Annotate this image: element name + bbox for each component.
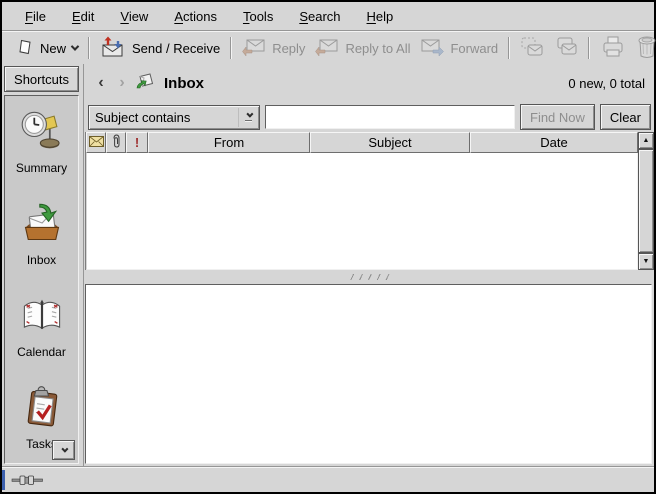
sidebar-item-label: Summary bbox=[16, 161, 67, 175]
forward-icon bbox=[420, 37, 444, 60]
menu-file[interactable]: File bbox=[12, 6, 59, 27]
sidebar-item-inbox[interactable]: Inbox bbox=[5, 188, 78, 280]
menu-actions[interactable]: Actions bbox=[161, 6, 230, 27]
plug-connector-icon bbox=[11, 474, 47, 491]
delete-button[interactable] bbox=[631, 33, 656, 64]
preview-pane bbox=[85, 284, 652, 464]
shortcuts-panel: Summary Inbox bbox=[4, 95, 79, 464]
inbox-folder-icon bbox=[136, 72, 155, 94]
send-receive-icon bbox=[100, 36, 126, 60]
evolution-window: File Edit View Actions Tools Search Help… bbox=[2, 2, 654, 492]
forward-label: Forward bbox=[450, 41, 498, 56]
clear-button[interactable]: Clear bbox=[600, 104, 651, 130]
forward-button[interactable]: Forward bbox=[415, 35, 503, 62]
reply-to-all-label: Reply to All bbox=[345, 41, 410, 56]
envelope-icon bbox=[89, 135, 104, 150]
print-button[interactable] bbox=[595, 33, 631, 63]
search-input[interactable] bbox=[265, 105, 515, 129]
reply-icon bbox=[242, 37, 266, 60]
message-list-body[interactable] bbox=[86, 153, 638, 270]
column-header-from[interactable]: From bbox=[148, 132, 310, 153]
sidebar-item-summary[interactable]: Summary bbox=[5, 96, 78, 188]
combo-dash bbox=[245, 120, 252, 122]
column-header-attachment[interactable] bbox=[106, 132, 126, 153]
status-accent-strip bbox=[2, 470, 5, 490]
column-header-priority[interactable]: ! bbox=[126, 132, 148, 153]
combo-arrow bbox=[238, 108, 257, 127]
main-area: ‹ › Inbox 0 new, 0 total Subject contain… bbox=[85, 64, 654, 466]
column-header-date[interactable]: Date bbox=[470, 132, 638, 153]
shortcuts-scroll-down-button[interactable] bbox=[52, 440, 75, 460]
menu-help[interactable]: Help bbox=[354, 6, 407, 27]
search-filter-value: Subject contains bbox=[89, 110, 238, 125]
reply-button[interactable]: Reply bbox=[237, 35, 310, 62]
toolbar-separator bbox=[230, 37, 232, 59]
pane-splitter[interactable] bbox=[85, 270, 654, 284]
inbox-tray-icon bbox=[20, 201, 64, 248]
exclamation-icon: ! bbox=[135, 135, 139, 150]
folder-header: ‹ › Inbox 0 new, 0 total bbox=[85, 64, 654, 102]
scrollbar-thumb[interactable] bbox=[638, 149, 654, 253]
new-button-label: New bbox=[40, 41, 66, 56]
menu-search[interactable]: Search bbox=[286, 6, 353, 27]
paperclip-icon bbox=[112, 134, 121, 151]
toolbar: New Send / Receive bbox=[2, 32, 654, 64]
menu-view[interactable]: View bbox=[107, 6, 161, 27]
search-bar: Subject contains Find Now Clear bbox=[85, 102, 654, 132]
tasks-clipboard-icon bbox=[20, 385, 64, 432]
copy-to-folder-button[interactable] bbox=[549, 34, 583, 62]
shortcuts-bar-button[interactable]: Shortcuts bbox=[4, 66, 79, 92]
message-counts: 0 new, 0 total bbox=[568, 76, 645, 91]
sidebar-item-label: Inbox bbox=[27, 253, 56, 267]
column-header-status[interactable] bbox=[86, 132, 106, 153]
copy-to-folder-icon bbox=[554, 36, 578, 60]
new-button[interactable]: New bbox=[11, 36, 83, 61]
scroll-down-button[interactable]: ▼ bbox=[638, 253, 654, 270]
folder-title: Inbox bbox=[164, 75, 204, 92]
reply-to-all-icon bbox=[315, 37, 339, 60]
chevron-down-icon bbox=[71, 42, 79, 50]
online-status-button[interactable] bbox=[11, 473, 47, 492]
move-to-folder-icon bbox=[520, 36, 544, 60]
search-filter-dropdown[interactable]: Subject contains bbox=[88, 105, 260, 130]
send-receive-label: Send / Receive bbox=[132, 41, 220, 56]
status-bar bbox=[2, 466, 654, 492]
menu-edit[interactable]: Edit bbox=[59, 6, 107, 27]
reply-to-all-button[interactable]: Reply to All bbox=[310, 35, 415, 62]
menu-tools[interactable]: Tools bbox=[230, 6, 286, 27]
toolbar-separator bbox=[88, 37, 90, 59]
chevron-down-icon bbox=[246, 110, 253, 117]
message-list: ! From Subject Date ▲ ▼ bbox=[85, 132, 654, 270]
find-now-button[interactable]: Find Now bbox=[520, 104, 595, 130]
reply-label: Reply bbox=[272, 41, 305, 56]
scroll-up-button[interactable]: ▲ bbox=[638, 132, 654, 149]
printer-icon bbox=[600, 35, 626, 61]
message-list-header: ! From Subject Date bbox=[86, 132, 654, 153]
shortcuts-sidebar: Shortcuts Summary bbox=[2, 64, 84, 466]
toolbar-separator bbox=[508, 37, 510, 59]
sidebar-item-calendar[interactable]: Calendar bbox=[5, 280, 78, 372]
sidebar-item-label: Calendar bbox=[17, 345, 66, 359]
splitter-grip-icon[interactable] bbox=[350, 274, 390, 280]
vertical-scrollbar: ▲ ▼ bbox=[638, 132, 654, 270]
forward-nav-button[interactable]: › bbox=[115, 74, 129, 92]
menu-bar: File Edit View Actions Tools Search Help bbox=[2, 2, 654, 30]
back-button[interactable]: ‹ bbox=[94, 74, 108, 92]
trash-icon bbox=[636, 35, 656, 62]
move-to-folder-button[interactable] bbox=[515, 34, 549, 62]
calendar-book-icon bbox=[20, 293, 64, 340]
toolbar-separator bbox=[588, 37, 590, 59]
send-receive-button[interactable]: Send / Receive bbox=[95, 34, 225, 62]
summary-clock-icon bbox=[20, 109, 64, 156]
new-message-icon bbox=[16, 38, 34, 59]
chevron-down-icon bbox=[61, 445, 68, 452]
column-header-subject[interactable]: Subject bbox=[310, 132, 470, 153]
